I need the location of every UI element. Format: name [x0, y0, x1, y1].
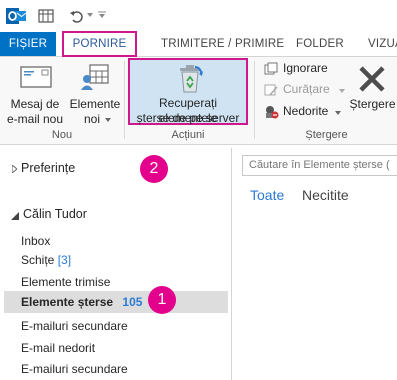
- folder-sent-items[interactable]: Elemente trimise: [21, 274, 110, 290]
- callout-badge-1: 1: [148, 286, 176, 314]
- undo-dropdown-icon[interactable]: [87, 13, 93, 18]
- folder-label: Schițe: [21, 253, 55, 267]
- envelope-icon: [20, 66, 52, 88]
- folder-count: 105: [122, 295, 143, 309]
- cleanup-label: Curățare: [283, 82, 330, 96]
- folder-pane: Preferințe Călin Tudor Inbox Schițe [3] …: [0, 148, 230, 380]
- group-new-label: Nou: [51, 129, 73, 141]
- folder-deleted-items[interactable]: Elemente șterse 105: [21, 294, 142, 310]
- ribbon-separator: [254, 61, 255, 139]
- folder-label: Elemente trimise: [21, 275, 111, 289]
- folder-clutter[interactable]: E-mailuri secundare: [21, 318, 128, 334]
- ignore-button[interactable]: Ignorare: [262, 60, 342, 78]
- new-email-label-2: e-mail nou: [6, 112, 64, 126]
- recover-label-2: șterse de pe server: [136, 111, 240, 125]
- expand-arrow-icon: [12, 165, 17, 173]
- tab-send-receive[interactable]: TRIMITERE / PRIMIRE: [161, 32, 284, 56]
- folder-count: [3]: [57, 253, 72, 267]
- recycle-bin-icon: [180, 65, 203, 93]
- folder-inbox[interactable]: Inbox: [21, 233, 50, 249]
- folder-label: E-mailuri secundare: [21, 362, 128, 376]
- tab-home[interactable]: PORNIRE: [62, 31, 137, 57]
- favorites-header[interactable]: Preferințe: [8, 160, 128, 178]
- filter-unread[interactable]: Necitite: [302, 187, 349, 203]
- cleanup-icon: [264, 84, 278, 96]
- group-delete-label: Ștergere: [305, 129, 348, 141]
- new-items-label-1: Elemente: [69, 97, 121, 111]
- cleanup-dropdown-icon: [339, 89, 345, 93]
- junk-icon: [266, 106, 279, 119]
- junk-dropdown-icon: [335, 111, 341, 115]
- new-items-dropdown-icon: [105, 118, 111, 122]
- ribbon: Mesaj de e-mail nou Elemente noi Nou Rec…: [0, 57, 397, 145]
- delete-label: Ștergere: [349, 97, 396, 111]
- account-header[interactable]: Călin Tudor: [8, 207, 168, 225]
- undo-icon[interactable]: [69, 8, 85, 24]
- outlook-logo-icon: [6, 8, 26, 24]
- folder-drafts[interactable]: Schițe [3]: [21, 252, 71, 268]
- folder-junk[interactable]: E-mail nedorit: [21, 340, 95, 356]
- tab-folder[interactable]: FOLDER: [296, 32, 344, 56]
- collapse-arrow-icon: [11, 212, 19, 220]
- message-list-pane: Căutare în Elemente șterse ( Toate Necit…: [231, 148, 397, 380]
- tab-view[interactable]: VIZUA: [368, 32, 397, 56]
- delete-x-icon: [359, 66, 385, 92]
- folder-clutter-2[interactable]: E-mailuri secundare: [21, 361, 128, 377]
- account-label: Călin Tudor: [23, 207, 87, 221]
- new-email-button[interactable]: Mesaj de e-mail nou: [4, 59, 66, 126]
- recover-deleted-items-button[interactable]: Recuperați elementele șterse de pe serve…: [128, 58, 248, 125]
- tab-file[interactable]: FIȘIER: [0, 32, 56, 56]
- folder-label: E-mail nedorit: [21, 341, 96, 355]
- ribbon-separator: [124, 61, 125, 139]
- cleanup-button[interactable]: Curățare: [262, 81, 348, 99]
- search-input[interactable]: Căutare în Elemente șterse (: [242, 155, 397, 176]
- ignore-label: Ignorare: [283, 61, 328, 75]
- quick-access-toolbar: [0, 0, 397, 32]
- ignore-icon: [264, 62, 278, 75]
- junk-label: Nedorite: [283, 104, 329, 118]
- send-receive-all-icon[interactable]: [38, 8, 54, 24]
- junk-button[interactable]: Nedorite: [262, 103, 348, 121]
- delete-button[interactable]: Ștergere: [348, 59, 397, 125]
- folder-label: E-mailuri secundare: [21, 319, 128, 333]
- folder-label: Elemente șterse: [21, 295, 114, 309]
- folder-label: Inbox: [21, 234, 51, 248]
- callout-badge-2: 2: [140, 155, 168, 183]
- filter-all[interactable]: Toate: [250, 187, 284, 203]
- ribbon-tabs: FIȘIER PORNIRE TRIMITERE / PRIMIRE FOLDE…: [0, 31, 397, 57]
- customize-toolbar-icon[interactable]: [98, 11, 106, 19]
- new-items-button[interactable]: Elemente noi: [66, 59, 124, 126]
- group-actions-label: Acțiuni: [171, 129, 205, 141]
- favorites-label: Preferințe: [21, 161, 76, 175]
- new-email-label-1: Mesaj de: [10, 97, 60, 111]
- new-items-icon: [81, 64, 109, 90]
